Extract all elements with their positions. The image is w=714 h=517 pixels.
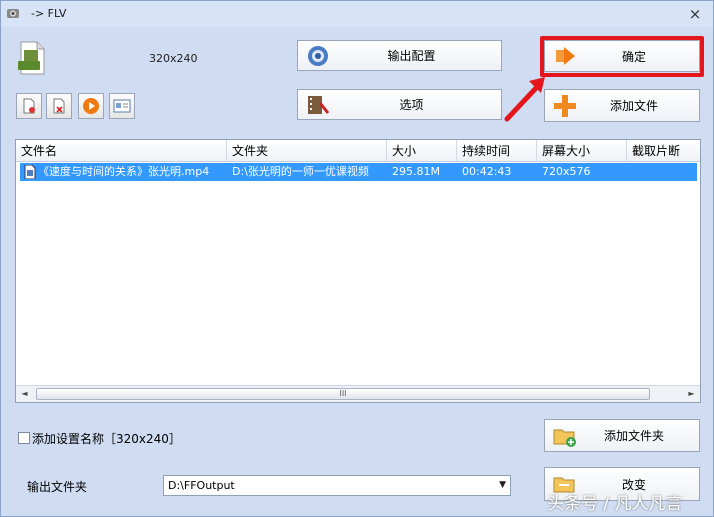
play-icon — [83, 98, 99, 114]
cell-duration: 00:42:43 — [462, 165, 512, 178]
play-button[interactable] — [78, 93, 104, 119]
output-folder-select[interactable]: D:\FFOutput ▼ — [163, 475, 511, 496]
ok-button-highlight — [540, 36, 704, 77]
scroll-thumb[interactable]: III — [36, 388, 650, 400]
close-button[interactable]: × — [687, 6, 703, 22]
column-header-duration[interactable]: 持续时间 — [457, 140, 537, 162]
cell-file-name: 《速度与时间的关系》张光明.mp4 — [38, 165, 210, 178]
add-setting-name-checkbox[interactable] — [18, 432, 30, 444]
converter-window: -> FLV × 320x240 输出配置 选项 确定 添加文件 文件名 文件夹… — [0, 0, 714, 517]
add-file-button[interactable]: 添加文件 — [544, 89, 700, 122]
output-folder-value: D:\FFOutput — [168, 479, 235, 492]
flv-format-icon — [18, 41, 45, 75]
list-header: 文件名 文件夹 大小 持续时间 屏幕大小 截取片断 — [16, 140, 700, 162]
cell-screen-size: 720x576 — [542, 165, 591, 178]
table-row[interactable]: 《速度与时间的关系》张光明.mp4 D:\张光明的一师一优课视频 295.81M… — [20, 163, 697, 181]
remove-file-icon — [23, 98, 35, 114]
cell-folder: D:\张光明的一师一优课视频 — [232, 165, 369, 178]
output-resolution: 320x240 — [149, 52, 198, 65]
add-setting-name-label: 添加设置名称［320x240］ — [32, 432, 181, 446]
add-folder-button[interactable]: 添加文件夹 — [544, 419, 700, 452]
cell-clip — [632, 163, 696, 181]
column-header-size[interactable]: 大小 — [387, 140, 457, 162]
app-icon — [7, 9, 19, 18]
remove-file-button[interactable] — [16, 93, 42, 119]
scroll-left-button[interactable]: ◄ — [16, 386, 33, 402]
column-header-folder[interactable]: 文件夹 — [227, 140, 387, 162]
video-file-icon — [24, 165, 36, 179]
output-folder-label: 输出文件夹 — [27, 480, 88, 494]
window-title: -> FLV — [31, 7, 67, 20]
watermark-text: 头条号 / 凡人凡言 — [547, 494, 683, 514]
options-button[interactable]: 选项 — [297, 89, 502, 120]
title-bar: -> FLV × — [1, 1, 713, 27]
chevron-down-icon: ▼ — [499, 480, 506, 490]
column-header-clip[interactable]: 截取片断 — [627, 140, 700, 162]
info-icon — [113, 99, 131, 113]
cell-size: 295.81M — [392, 165, 440, 178]
delete-button[interactable] — [46, 93, 72, 119]
column-header-screen-size[interactable]: 屏幕大小 — [537, 140, 627, 162]
plus-icon — [554, 94, 576, 117]
gear-icon — [308, 45, 328, 66]
delete-icon — [53, 98, 65, 114]
folder-add-icon — [553, 429, 576, 447]
output-config-button[interactable]: 输出配置 — [297, 40, 502, 71]
media-info-button[interactable] — [109, 93, 135, 119]
column-header-name[interactable]: 文件名 — [16, 140, 227, 162]
scroll-right-button[interactable]: ► — [683, 386, 700, 402]
annotation-arrow-icon — [504, 77, 545, 122]
file-list[interactable]: 文件名 文件夹 大小 持续时间 屏幕大小 截取片断 《速度与时间的关系》张光明.… — [15, 139, 701, 403]
film-tools-icon — [308, 95, 330, 114]
horizontal-scrollbar[interactable]: ◄ III ► — [16, 385, 700, 402]
